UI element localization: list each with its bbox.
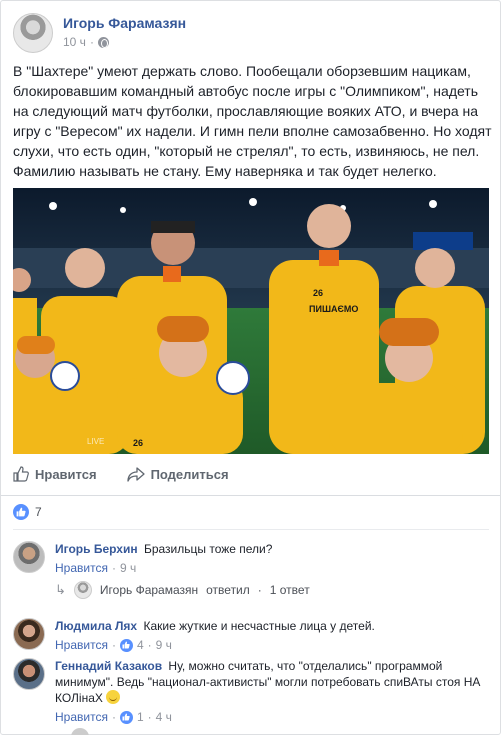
- comment-like-link[interactable]: Нравится: [55, 709, 108, 725]
- scoreboard: [413, 232, 473, 250]
- comments-divider: [13, 529, 489, 530]
- meta-separator: ·: [111, 561, 116, 575]
- smile-emoji-icon: [106, 690, 121, 704]
- flood-light: [429, 200, 437, 208]
- meta-separator: ·: [111, 638, 116, 652]
- share-icon: [126, 467, 145, 482]
- meta-separator: ·: [147, 710, 152, 724]
- globe-icon: [97, 36, 109, 48]
- shirt-number: 26: [313, 288, 323, 298]
- reply-author-avatar: [73, 581, 92, 599]
- author-name[interactable]: Игорь Фарамазян: [63, 15, 186, 31]
- football: [216, 361, 250, 395]
- flood-light: [249, 198, 257, 206]
- post-time[interactable]: 10 ч: [63, 35, 86, 49]
- meta-separator: ·: [111, 710, 116, 724]
- stadium-photo: 26 ПИШАЄМО 26 LIVE: [13, 188, 489, 454]
- share-button[interactable]: Поделиться: [126, 466, 229, 482]
- author-avatar[interactable]: [13, 13, 53, 53]
- post-actions: Нравится Поделиться: [13, 462, 489, 486]
- reply-arrow-icon: ↳: [55, 582, 66, 597]
- comment-like-link[interactable]: Нравится: [55, 637, 108, 653]
- like-reaction-icon: [119, 710, 133, 724]
- reply-summary[interactable]: ↳ Игорь Фарамазян ответил · 1 ответ: [55, 581, 310, 599]
- comment-like-count[interactable]: 4: [137, 637, 144, 653]
- meta-separator: ·: [147, 638, 152, 652]
- post-card: Игорь Фарамазян 10 ч · В "Шахтере" умеют…: [0, 0, 501, 735]
- football: [50, 361, 80, 391]
- reply-author[interactable]: Игорь Фарамазян: [100, 583, 198, 597]
- comment-text: Какие жуткие и несчастные лица у детей.: [143, 619, 375, 633]
- post-header: Игорь Фарамазян 10 ч ·: [13, 13, 483, 55]
- comment-author[interactable]: Людмила Лях: [55, 619, 137, 633]
- like-reaction-icon: [119, 638, 133, 652]
- like-button[interactable]: Нравится: [13, 466, 97, 482]
- share-button-label: Поделиться: [150, 466, 229, 482]
- likes-count[interactable]: 7: [35, 505, 42, 519]
- comment-author[interactable]: Геннадий Казаков: [55, 659, 162, 673]
- comment-time[interactable]: 9 ч: [156, 637, 172, 653]
- comment-meta: Нравится · 1 · 4 ч: [55, 709, 485, 725]
- actions-divider: [1, 495, 500, 496]
- shirt-number: 26: [133, 438, 143, 448]
- commenter-avatar[interactable]: [13, 658, 45, 690]
- commenter-avatar[interactable]: [13, 541, 45, 573]
- comment-time[interactable]: 9 ч: [120, 560, 136, 576]
- shirt-text: ПИШАЄМО: [309, 304, 358, 314]
- comment-like-link[interactable]: Нравится: [55, 560, 108, 576]
- commenter-avatar[interactable]: [13, 618, 45, 650]
- comment-time[interactable]: 4 ч: [156, 709, 172, 725]
- comment-text: Бразильцы тоже пели?: [143, 542, 273, 556]
- meta-separator: ·: [89, 35, 94, 49]
- post-photo[interactable]: 26 ПИШАЄМО 26 LIVE: [13, 188, 489, 454]
- reply-action: ответил: [206, 583, 250, 597]
- thumbs-up-icon: [13, 466, 29, 482]
- comment-author[interactable]: Игорь Берхин: [55, 542, 138, 556]
- comment-meta: Нравится · 9 ч: [55, 560, 485, 576]
- post-text: В "Шахтере" умеют держать слово. Пообеща…: [13, 63, 492, 179]
- comment-meta: Нравится · 4 · 9 ч: [55, 637, 485, 653]
- comment-body: Геннадий Казаков Ну, можно считать, что …: [55, 658, 485, 725]
- comment-like-count[interactable]: 1: [137, 709, 144, 725]
- comment-body: Игорь Берхин Бразильцы тоже пели? Нравит…: [55, 541, 485, 576]
- like-reaction-icon: [13, 504, 29, 520]
- like-button-label: Нравится: [35, 466, 97, 482]
- next-comment-avatar: [71, 728, 89, 735]
- flood-light: [120, 207, 126, 213]
- tv-logo: LIVE: [87, 437, 104, 446]
- post-meta: 10 ч ·: [63, 35, 109, 49]
- flood-light: [49, 202, 57, 210]
- comment-body: Людмила Лях Какие жуткие и несчастные ли…: [55, 618, 485, 653]
- meta-separator: ·: [257, 583, 262, 597]
- likes-summary[interactable]: 7: [13, 504, 42, 520]
- reply-count[interactable]: 1 ответ: [270, 583, 310, 597]
